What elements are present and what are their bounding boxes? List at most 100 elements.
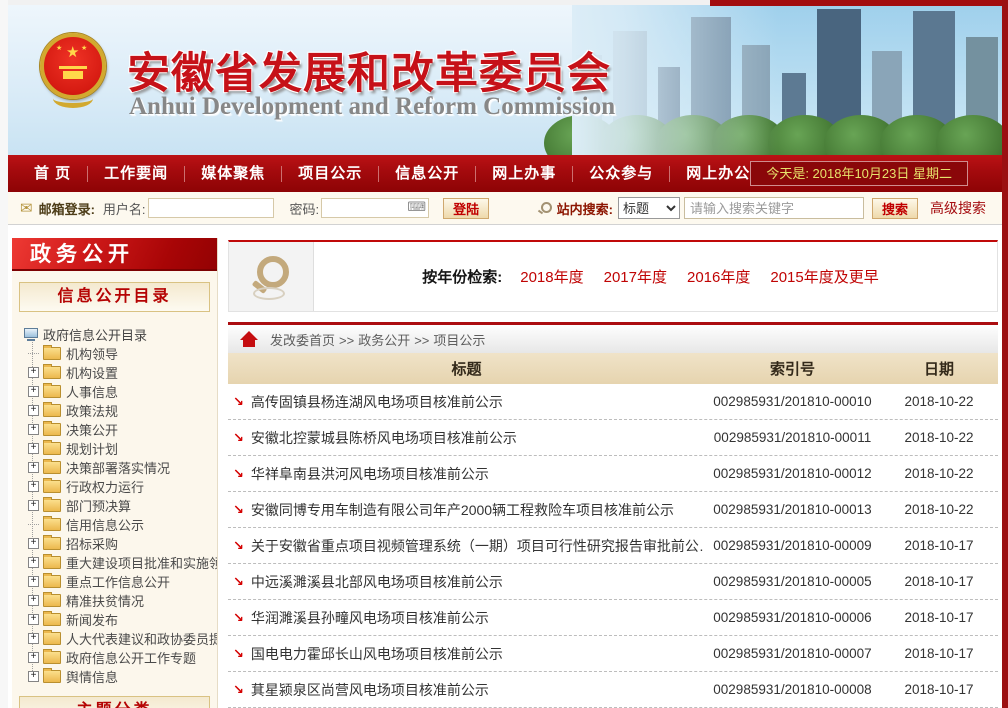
tree-item[interactable]: + 机构设置: [28, 363, 217, 382]
search-field-select[interactable]: 标题: [618, 197, 680, 219]
tree-item[interactable]: + 重大建设项目批准和实施领: [28, 553, 217, 572]
folder-icon: [43, 404, 61, 417]
breadcrumb-separator: >>: [414, 333, 429, 348]
tree-item-label: 重点工作信息公开: [66, 572, 170, 591]
tree-item[interactable]: + 重点工作信息公开: [28, 572, 217, 591]
tree-children: 机构领导+机构设置+人事信息+政策法规+决策公开+规划计划+决策部署落实情况+行…: [28, 344, 217, 686]
username-label: 用户名:: [103, 199, 146, 218]
tree-item-label: 行政权力运行: [66, 477, 144, 496]
year-filter-links: 按年份检索: 2018年度2017年度2016年度2015年度及更早: [314, 242, 997, 311]
top-red-stripe: [710, 0, 1002, 6]
mail-login-label: 邮箱登录:: [39, 199, 95, 218]
login-search-bar: ✉ 邮箱登录: 用户名: 密码: ⌨ 登陆 站内搜索: 标题 搜索 高级搜索: [8, 192, 1002, 225]
row-index: 002985931/201810-00013: [705, 502, 880, 517]
breadcrumb-link[interactable]: 政务公开: [358, 333, 410, 348]
tree-item-label: 招标采购: [66, 534, 118, 553]
tree-item[interactable]: +部门预决算: [28, 496, 217, 515]
tree-item[interactable]: + 舆情信息: [28, 667, 217, 686]
home-icon[interactable]: [240, 331, 258, 347]
sidebar-directory-title[interactable]: 信息公开目录: [19, 282, 210, 312]
tree-item-label: 舆情信息: [66, 667, 118, 686]
tree-item[interactable]: +决策公开: [28, 420, 217, 439]
national-emblem-logo: ★ ★ ★: [40, 33, 106, 107]
username-field[interactable]: [148, 198, 274, 218]
table-header-row: 标题 索引号 日期: [228, 353, 998, 384]
row-title-link[interactable]: 中远溪濉溪县北部风电场项目核准前公示: [251, 572, 503, 592]
expand-plus-icon[interactable]: +: [28, 462, 39, 473]
tree-root-item[interactable]: 政府信息公开目录: [24, 324, 217, 344]
row-title-cell: ↘华祥阜南县洪河风电场项目核准前公示: [228, 464, 705, 484]
tree-item-label: 机构设置: [66, 363, 118, 382]
breadcrumb-link[interactable]: 发改委首页: [270, 333, 335, 348]
table-row: ↘萁星颍泉区尚营风电场项目核准前公示002985931/201810-00008…: [228, 672, 998, 708]
advanced-search-link[interactable]: 高级搜索: [930, 198, 986, 218]
site-header: ★ ★ ★ 安徽省发展和改革委员会 Anhui Development and …: [8, 5, 1002, 155]
expand-plus-icon[interactable]: +: [28, 652, 39, 663]
expand-plus-icon[interactable]: +: [28, 557, 39, 568]
tree-item[interactable]: +政府信息公开工作专题: [28, 648, 217, 667]
row-title-link[interactable]: 高传固镇县杨连湖风电场项目核准前公示: [251, 392, 503, 412]
tree-item[interactable]: +精准扶贫情况: [28, 591, 217, 610]
folder-icon: [43, 537, 61, 550]
nav-item[interactable]: 项目公示: [281, 166, 378, 182]
row-title-link[interactable]: 安徽北控蒙城县陈桥风电场项目核准前公示: [251, 428, 517, 448]
current-date-box: 今天是: 2018年10月23日 星期二: [750, 161, 968, 186]
row-title-link[interactable]: 华祥阜南县洪河风电场项目核准前公示: [251, 464, 489, 484]
table-row: ↘中远溪濉溪县北部风电场项目核准前公示002985931/201810-0000…: [228, 564, 998, 600]
nav-item[interactable]: 信息公开: [378, 166, 475, 182]
tree-item[interactable]: +决策部署落实情况: [28, 458, 217, 477]
nav-menu: 首 页工作要闻媒体聚焦项目公示信息公开网上办事公众参与网上办公: [8, 166, 766, 182]
expand-plus-icon[interactable]: +: [28, 424, 39, 435]
nav-item[interactable]: 公众参与: [572, 166, 669, 182]
table-row: ↘高传固镇县杨连湖风电场项目核准前公示002985931/201810-0001…: [228, 384, 998, 420]
tree-item[interactable]: 信用信息公示: [28, 515, 217, 534]
expand-plus-icon[interactable]: +: [28, 405, 39, 416]
tree-item[interactable]: 机构领导: [28, 344, 217, 363]
expand-plus-icon[interactable]: +: [28, 595, 39, 606]
expand-plus-icon[interactable]: +: [28, 538, 39, 549]
expand-plus-icon[interactable]: +: [28, 367, 39, 378]
expand-plus-icon[interactable]: +: [28, 500, 39, 511]
tree-item[interactable]: +人事信息: [28, 382, 217, 401]
year-filter-link[interactable]: 2015年度及更早: [770, 269, 878, 286]
tree-item[interactable]: +新闻发布: [28, 610, 217, 629]
row-title-link[interactable]: 国电电力霍邱长山风电场项目核准前公示: [251, 644, 503, 664]
year-filter-link[interactable]: 2018年度: [520, 269, 583, 286]
expand-plus-icon[interactable]: +: [28, 614, 39, 625]
tree-item[interactable]: +规划计划: [28, 439, 217, 458]
directory-tree: 政府信息公开目录 机构领导 + 机构设置+人事信息+政策法规+决策公开+规划计划+决…: [12, 321, 217, 686]
row-index: 002985931/201810-00009: [705, 538, 880, 553]
row-title-cell: ↘安徽北控蒙城县陈桥风电场项目核准前公示: [228, 428, 705, 448]
tree-item[interactable]: +人大代表建议和政协委员提: [28, 629, 217, 648]
breadcrumb-link[interactable]: 项目公示: [433, 333, 485, 348]
nav-item[interactable]: 网上办事: [475, 166, 572, 182]
login-button[interactable]: 登陆: [443, 198, 489, 219]
expand-plus-icon[interactable]: +: [28, 386, 39, 397]
table-row: ↘华润濉溪县孙疃风电场项目核准前公示002985931/201810-00006…: [228, 600, 998, 636]
tree-item-label: 重大建设项目批准和实施领: [66, 553, 217, 572]
row-title-link[interactable]: 安徽同博专用车制造有限公司年产2000辆工程救险车项目核准前公示: [251, 500, 674, 520]
nav-item[interactable]: 首 页: [18, 166, 87, 182]
tree-item[interactable]: + 行政权力运行: [28, 477, 217, 496]
row-title-link[interactable]: 关于安徽省重点项目视频管理系统（一期）项目可行性研究报告审批前公…: [251, 536, 705, 556]
nav-item[interactable]: 工作要闻: [87, 166, 184, 182]
breadcrumb-trail: 发改委首页>>政务公开>>项目公示: [270, 330, 485, 349]
keyboard-icon[interactable]: ⌨: [407, 200, 426, 214]
row-date: 2018-10-17: [880, 538, 998, 553]
row-title-link[interactable]: 华润濉溪县孙疃风电场项目核准前公示: [251, 608, 489, 628]
expand-plus-icon[interactable]: +: [28, 481, 39, 492]
tree-item[interactable]: + 招标采购: [28, 534, 217, 553]
year-filter-link[interactable]: 2016年度: [687, 269, 750, 286]
sidebar-theme-title[interactable]: 主题分类: [19, 696, 210, 708]
tree-item[interactable]: +政策法规: [28, 401, 217, 420]
nav-item[interactable]: 媒体聚焦: [184, 166, 281, 182]
expand-plus-icon[interactable]: +: [28, 633, 39, 644]
row-title-link[interactable]: 萁星颍泉区尚营风电场项目核准前公示: [251, 680, 489, 700]
expand-plus-icon[interactable]: +: [28, 443, 39, 454]
search-input[interactable]: [684, 197, 864, 219]
expand-plus-icon[interactable]: +: [28, 671, 39, 682]
announcement-listing: 标题 索引号 日期 ↘高传固镇县杨连湖风电场项目核准前公示002985931/2…: [228, 353, 998, 708]
expand-plus-icon[interactable]: +: [28, 576, 39, 587]
year-filter-link[interactable]: 2017年度: [604, 269, 667, 286]
search-button[interactable]: 搜索: [872, 198, 918, 219]
